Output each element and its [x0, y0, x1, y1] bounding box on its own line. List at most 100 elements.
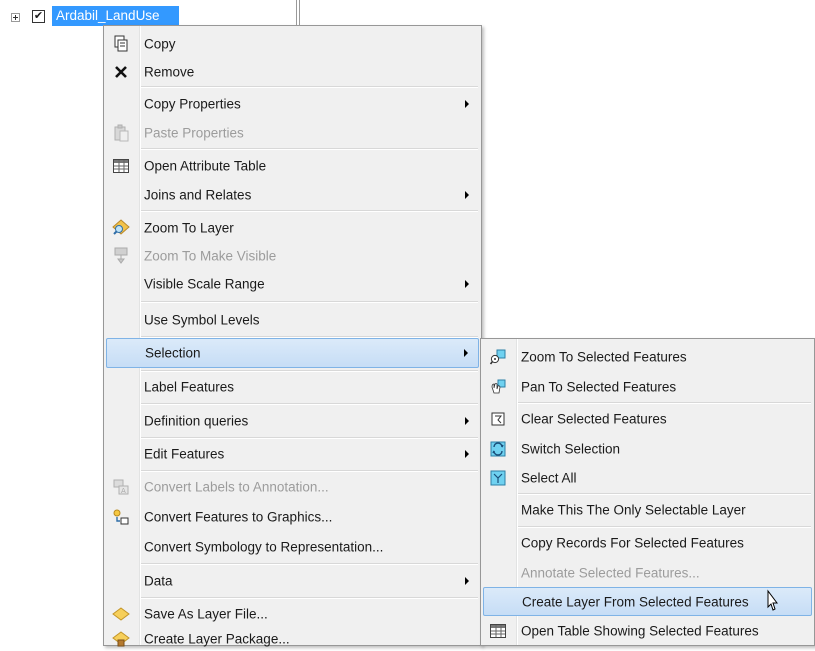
- zoom-to-layer-icon: [112, 218, 130, 237]
- menu-item-edit-features[interactable]: Edit Features: [106, 439, 479, 469]
- menu-item-label: Copy: [144, 36, 176, 52]
- submenu-arrow-icon: [465, 100, 469, 108]
- submenu-item-annotate-selected-features[interactable]: Annotate Selected Features...: [483, 558, 812, 587]
- menu-item-use-symbol-levels[interactable]: Use Symbol Levels: [106, 305, 479, 335]
- menu-item-label: Clear Selected Features: [521, 411, 667, 427]
- submenu-item-make-only-selectable-layer[interactable]: Make This The Only Selectable Layer: [483, 495, 812, 525]
- menu-item-label: Open Attribute Table: [144, 158, 267, 173]
- zoom-selected-icon: [489, 348, 507, 366]
- submenu-item-select-all[interactable]: Select All: [483, 463, 812, 492]
- copy-icon: [112, 35, 130, 53]
- convert-labels-icon: A: [112, 478, 130, 496]
- paste-icon: [112, 124, 130, 142]
- menu-item-label: Selection: [145, 345, 201, 361]
- expand-plus-icon[interactable]: [11, 13, 20, 22]
- submenu-arrow-icon: [465, 577, 469, 585]
- layer-package-icon: [112, 630, 130, 648]
- menu-item-label: Definition queries: [144, 413, 249, 429]
- menu-separator: [141, 370, 478, 372]
- menu-item-paste-properties[interactable]: Paste Properties: [106, 119, 479, 147]
- menu-separator: [141, 210, 478, 212]
- menu-item-label: Open Table Showing Selected Features: [521, 623, 759, 638]
- submenu-item-copy-records-for-selected-features[interactable]: Copy Records For Selected Features: [483, 528, 812, 558]
- menu-item-label: Make This The Only Selectable Layer: [521, 502, 746, 518]
- menu-item-convert-features-to-graphics[interactable]: Convert Features to Graphics...: [106, 502, 479, 532]
- menu-item-label: Zoom To Make Visible: [144, 248, 277, 264]
- menu-item-label: Edit Features: [144, 446, 225, 462]
- menu-separator: [141, 403, 478, 405]
- menu-item-open-attribute-table[interactable]: Open Attribute Table: [106, 151, 479, 180]
- menu-item-label: Convert Symbology to Representation...: [144, 539, 384, 555]
- menu-item-zoom-to-layer[interactable]: Zoom To Layer: [106, 213, 479, 242]
- layer-file-icon: [112, 605, 130, 623]
- menu-item-create-layer-package[interactable]: Create Layer Package...: [106, 628, 479, 648]
- menu-separator: [518, 526, 811, 528]
- menu-item-label: Joins and Relates: [144, 187, 252, 202]
- splitter-handle[interactable]: [296, 0, 300, 28]
- menu-item-visible-scale-range[interactable]: Visible Scale Range: [106, 270, 479, 298]
- layer-context-menu: Copy Remove Copy Properties Paste Proper…: [103, 25, 482, 648]
- menu-item-data[interactable]: Data: [106, 566, 479, 596]
- switch-selection-icon: [489, 440, 507, 458]
- table-icon: [489, 622, 507, 640]
- menu-item-copy-properties[interactable]: Copy Properties: [106, 89, 479, 119]
- submenu-item-switch-selection[interactable]: Switch Selection: [483, 434, 812, 463]
- menu-item-label: Create Layer Package...: [144, 631, 290, 647]
- menu-item-remove[interactable]: Remove: [106, 59, 479, 85]
- menu-item-convert-labels-to-annotation[interactable]: A Convert Labels to Annotation...: [106, 472, 479, 502]
- menu-item-label: Copy Records For Selected Features: [521, 535, 744, 551]
- layer-name-label[interactable]: Ardabil_LandUse: [52, 6, 179, 26]
- menu-separator: [141, 336, 478, 338]
- menu-item-joins-and-relates[interactable]: Joins and Relates: [106, 180, 479, 209]
- layer-visibility-checkbox[interactable]: ✔: [32, 10, 45, 23]
- convert-graphics-icon: [112, 508, 130, 526]
- menu-item-label: Copy Properties: [144, 96, 241, 112]
- menu-item-label: Use Symbol Levels: [144, 312, 260, 328]
- submenu-item-pan-to-selected-features[interactable]: Pan To Selected Features: [483, 372, 812, 401]
- menu-item-label: Data: [144, 573, 173, 589]
- menu-separator: [518, 493, 811, 495]
- menu-item-zoom-to-make-visible[interactable]: Zoom To Make Visible: [106, 242, 479, 270]
- menu-item-label: Select All: [521, 470, 577, 485]
- menu-separator: [141, 437, 478, 439]
- submenu-item-open-table-showing-selected-features[interactable]: Open Table Showing Selected Features: [483, 616, 812, 645]
- mouse-pointer-icon: [762, 589, 784, 617]
- menu-item-label: Convert Features to Graphics...: [144, 509, 333, 525]
- menu-separator: [141, 148, 478, 150]
- menu-item-label-features[interactable]: Label Features: [106, 372, 479, 402]
- submenu-arrow-icon: [465, 190, 469, 199]
- menu-separator: [141, 597, 478, 599]
- submenu-item-zoom-to-selected-features[interactable]: Zoom To Selected Features: [483, 342, 812, 372]
- menu-item-label: Switch Selection: [521, 441, 621, 456]
- menu-item-label: Remove: [144, 64, 195, 80]
- submenu-arrow-icon: [465, 450, 469, 458]
- menu-item-label: Annotate Selected Features...: [521, 565, 700, 580]
- submenu-arrow-icon: [465, 280, 469, 288]
- remove-x-icon: [112, 63, 130, 81]
- menu-item-definition-queries[interactable]: Definition queries: [106, 406, 479, 436]
- menu-item-save-as-layer-file[interactable]: Save As Layer File...: [106, 600, 479, 628]
- menu-item-label: Convert Labels to Annotation...: [144, 479, 329, 495]
- menu-separator: [141, 563, 478, 565]
- clear-selection-icon: [489, 410, 507, 428]
- zoom-visible-icon: [112, 247, 130, 265]
- menu-item-label: Visible Scale Range: [144, 276, 265, 292]
- submenu-arrow-icon: [464, 349, 468, 357]
- menu-item-label: Zoom To Selected Features: [521, 349, 687, 365]
- submenu-arrow-icon: [465, 417, 469, 425]
- pan-selected-icon: [489, 378, 507, 396]
- menu-item-label: Create Layer From Selected Features: [522, 594, 749, 609]
- select-all-icon: [489, 469, 507, 487]
- menu-item-label: Label Features: [144, 379, 235, 395]
- menu-separator: [141, 86, 478, 88]
- menu-separator: [518, 402, 811, 404]
- submenu-item-clear-selected-features[interactable]: Clear Selected Features: [483, 404, 812, 434]
- menu-item-label: Pan To Selected Features: [521, 379, 677, 394]
- menu-separator: [141, 470, 478, 472]
- menu-item-convert-symbology-to-representation[interactable]: Convert Symbology to Representation...: [106, 532, 479, 562]
- menu-item-label: Zoom To Layer: [144, 220, 234, 235]
- menu-item-label: Paste Properties: [144, 125, 244, 141]
- table-icon: [112, 157, 130, 175]
- menu-item-selection[interactable]: Selection: [106, 338, 479, 368]
- menu-item-copy[interactable]: Copy: [106, 29, 479, 59]
